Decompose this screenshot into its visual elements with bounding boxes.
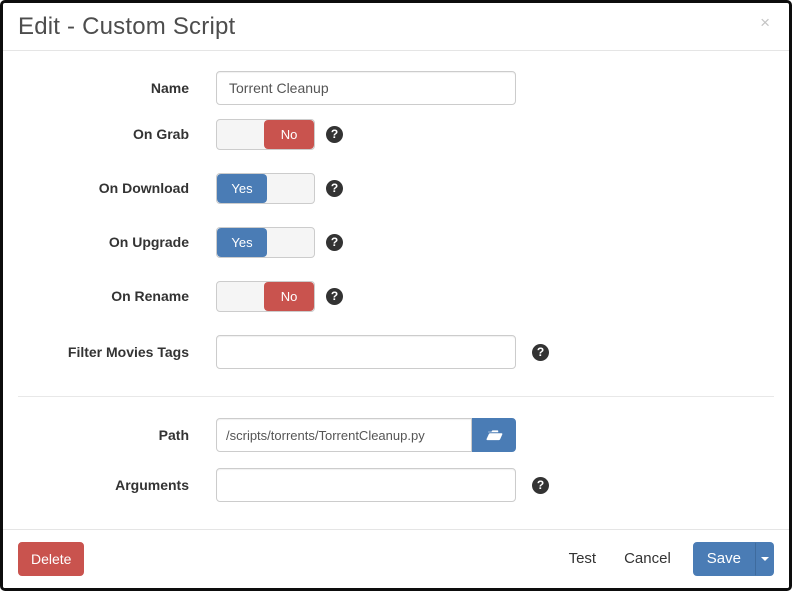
save-split-button: Save — [693, 542, 774, 576]
help-icon[interactable]: ? — [326, 288, 343, 305]
modal-header: Edit - Custom Script × — [3, 3, 789, 51]
toggle-handle: No — [264, 282, 314, 311]
toggle-handle: No — [264, 120, 314, 149]
close-icon[interactable]: × — [756, 12, 774, 33]
path-label: Path — [18, 418, 216, 452]
help-icon[interactable]: ? — [532, 344, 549, 361]
on-rename-label: On Rename — [18, 281, 216, 312]
on-download-label: On Download — [18, 173, 216, 204]
filter-movies-tags-label: Filter Movies Tags — [18, 335, 216, 369]
on-upgrade-toggle[interactable]: Yes — [216, 227, 315, 258]
path-input[interactable] — [216, 418, 472, 452]
on-download-toggle[interactable]: Yes — [216, 173, 315, 204]
name-label: Name — [18, 71, 216, 105]
help-icon[interactable]: ? — [326, 234, 343, 251]
caret-down-icon — [761, 557, 769, 561]
on-grab-row: On Grab No ? — [18, 119, 774, 150]
modal-body: Name On Grab No ? On Download Yes ? On U… — [3, 51, 789, 529]
save-dropdown-button[interactable] — [755, 542, 774, 576]
on-rename-row: On Rename No ? — [18, 281, 774, 312]
test-button[interactable]: Test — [557, 543, 609, 575]
delete-button[interactable]: Delete — [18, 542, 84, 576]
arguments-label: Arguments — [18, 468, 216, 502]
path-row: Path — [18, 418, 774, 452]
help-icon[interactable]: ? — [326, 180, 343, 197]
on-grab-toggle[interactable]: No — [216, 119, 315, 150]
on-upgrade-label: On Upgrade — [18, 227, 216, 258]
arguments-input[interactable] — [216, 468, 516, 502]
help-icon[interactable]: ? — [532, 477, 549, 494]
edit-custom-script-modal: Edit - Custom Script × Name On Grab No ?… — [0, 0, 792, 591]
on-download-row: On Download Yes ? — [18, 173, 774, 204]
path-input-group — [216, 418, 516, 452]
name-row: Name — [18, 71, 774, 105]
modal-footer: Delete Test Cancel Save — [3, 529, 789, 588]
toggle-handle: Yes — [217, 228, 267, 257]
cancel-button[interactable]: Cancel — [612, 543, 683, 575]
filter-movies-tags-input[interactable] — [216, 335, 516, 369]
toggle-handle: Yes — [217, 174, 267, 203]
name-input[interactable] — [216, 71, 516, 105]
modal-title: Edit - Custom Script — [18, 12, 235, 42]
on-rename-toggle[interactable]: No — [216, 281, 315, 312]
filter-movies-tags-row: Filter Movies Tags ? — [18, 335, 774, 369]
on-upgrade-row: On Upgrade Yes ? — [18, 227, 774, 258]
save-button[interactable]: Save — [693, 542, 755, 576]
browse-path-button[interactable] — [472, 418, 516, 452]
arguments-row: Arguments ? — [18, 468, 774, 502]
footer-actions: Test Cancel Save — [557, 542, 774, 576]
section-divider — [18, 396, 774, 397]
on-grab-label: On Grab — [18, 119, 216, 150]
folder-open-icon — [485, 428, 503, 443]
help-icon[interactable]: ? — [326, 126, 343, 143]
